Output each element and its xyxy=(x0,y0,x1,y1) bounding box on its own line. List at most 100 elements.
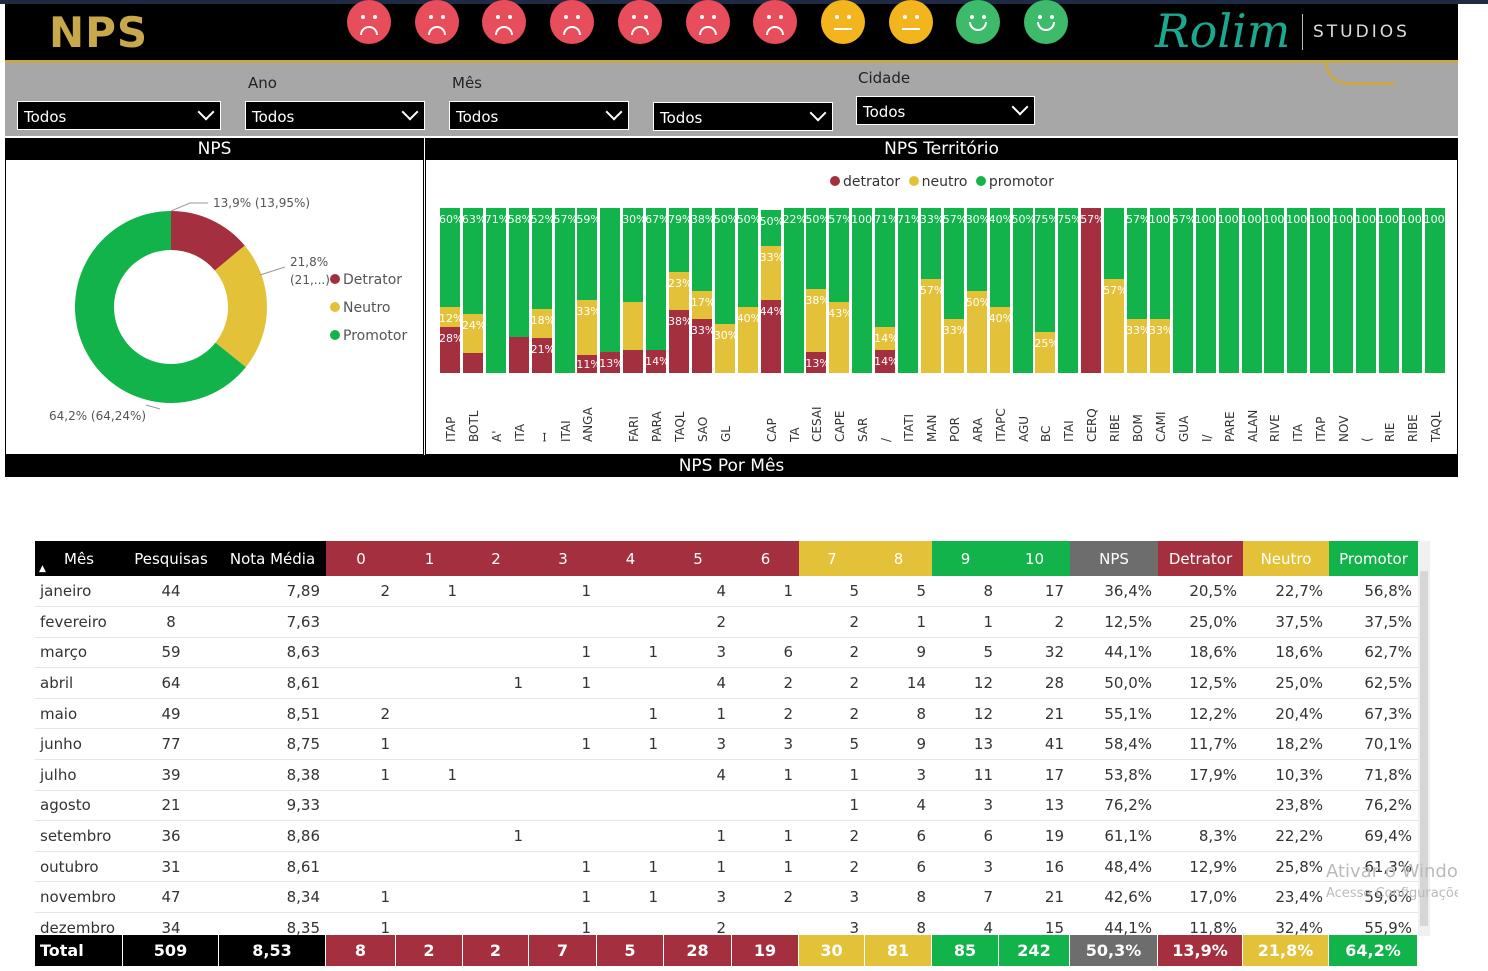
territorio-bar[interactable]: 33% 57% xyxy=(943,208,967,373)
table-row[interactable]: setembro 36 8,86 1 1 1 2 6 6 19 61,1% 8,3% 22,2% 69,4… xyxy=(35,820,1418,852)
column-header[interactable]: 0 xyxy=(326,541,396,576)
territorio-bar[interactable]: 33% 100% xyxy=(1149,208,1180,373)
territorio-bar[interactable]: 11% 33% 59% xyxy=(576,208,601,373)
column-header[interactable]: 9 xyxy=(932,541,999,576)
territorio-bar[interactable]: 21% 18% 52% xyxy=(530,208,556,373)
column-header[interactable]: 6 xyxy=(732,541,799,576)
territorio-bar[interactable]: 13% 38% 50% xyxy=(805,208,830,373)
territorio-bar[interactable]: 30% 50% xyxy=(713,208,739,373)
bar-data-label: 21% xyxy=(530,343,556,357)
territorio-bar[interactable]: 40% 50% xyxy=(737,208,761,373)
column-header[interactable]: Promotor xyxy=(1329,541,1418,576)
table-cell: 1 xyxy=(326,881,396,914)
column-header[interactable]: NPS xyxy=(1070,541,1158,576)
territorio-bar[interactable]: 100% xyxy=(1424,208,1455,373)
territorio-bar[interactable]: 28% 12% 60% xyxy=(439,208,463,373)
territorio-bar[interactable]: 43% 57% xyxy=(828,208,853,373)
territorio-bar[interactable]: 100% xyxy=(1263,208,1295,373)
territorio-bar[interactable]: 25% 75% xyxy=(1034,208,1059,373)
table-row[interactable]: maio 49 8,51 2 1 1 2 2 8 12 21 55,1% 12,2% 20,4% 67,3% xyxy=(35,698,1418,730)
legend-label-detrator[interactable]: detrator xyxy=(843,174,900,190)
table-cell: 1 xyxy=(529,728,597,761)
table-row[interactable]: janeiro 44 7,89 2 1 1 4 1 5 5 8 17 36,4% 20,5% 22,7% 56… xyxy=(35,576,1418,608)
territorio-bar[interactable]: 57% xyxy=(1080,208,1105,373)
territorio-bar[interactable]: 100% xyxy=(1309,208,1341,373)
territorio-bar[interactable]: 57% xyxy=(554,208,578,373)
column-header[interactable]: 7 xyxy=(799,541,865,576)
column-header[interactable]: Pesquisas xyxy=(123,541,219,576)
table-row[interactable]: outubro 31 8,61 1 1 1 1 2 6 3 16 48,4% 12,9% 25,8% 61,… xyxy=(35,851,1418,883)
bar-segment-promotor xyxy=(1264,208,1285,373)
territorio-bar[interactable]: 38% 23% 79% xyxy=(668,208,692,373)
legend-item-detrator[interactable]: Detrator xyxy=(330,272,402,288)
territorio-bar[interactable]: 100% xyxy=(1218,208,1249,373)
filter-dropdown-cidade[interactable]: Todos xyxy=(856,96,1035,125)
column-header[interactable]: Mês ▲ xyxy=(35,541,123,576)
territorio-bar[interactable]: 14% 14% 71% xyxy=(874,208,899,373)
filter-label-cidade: Cidade xyxy=(858,69,911,87)
territorio-bar[interactable]: 57% xyxy=(1103,208,1128,373)
column-header[interactable]: 4 xyxy=(597,541,664,576)
territorio-bar[interactable]: 100% xyxy=(851,208,883,373)
territorio-bar[interactable]: 33% 57% xyxy=(1126,208,1150,373)
territorio-bar[interactable]: 22% xyxy=(783,208,807,373)
table-cell xyxy=(326,820,396,852)
territorio-bar[interactable]: 13% xyxy=(599,208,624,373)
legend-item-neutro[interactable]: Neutro xyxy=(330,300,390,316)
table-cell: 9 xyxy=(865,637,932,669)
territorio-bar[interactable]: 100% xyxy=(1355,208,1386,373)
table-row[interactable]: junho 77 8,75 1 1 1 3 3 5 9 13 41 58,4% 11,7% 18,2% 70,… xyxy=(35,728,1418,761)
column-header[interactable]: Nota Média xyxy=(219,541,326,576)
bar-data-label: 30% xyxy=(713,328,739,342)
legend-label-promotor[interactable]: promotor xyxy=(989,174,1054,190)
sort-ascending-icon[interactable]: ▲ xyxy=(39,564,46,574)
face-sad-icon xyxy=(550,0,595,44)
territorio-bar[interactable]: 30% xyxy=(622,208,647,373)
territorio-bar[interactable]: 100% xyxy=(1332,208,1364,373)
territorio-bar[interactable]: 50% 30% xyxy=(966,208,990,373)
territorio-bar[interactable]: 100% xyxy=(1378,208,1409,373)
nps-donut-chart[interactable] xyxy=(60,195,300,425)
column-header[interactable]: Neutro xyxy=(1243,541,1329,576)
territorio-bar[interactable]: 71% xyxy=(485,208,509,373)
table-row[interactable]: agosto 21 9,33 1 4 3 13 76,2% 23,8% 76,2% xyxy=(35,790,1418,822)
column-header[interactable]: 2 xyxy=(463,541,529,576)
column-header[interactable]: Detrator xyxy=(1158,541,1243,576)
territorio-bar[interactable]: 100% xyxy=(1195,208,1226,373)
table-row[interactable]: novembro 47 8,34 1 1 1 3 2 3 8 7 21 42,6% 17,0% 23,4% 5… xyxy=(35,881,1418,914)
legend-item-promotor[interactable]: Promotor xyxy=(330,328,407,344)
territorio-bar[interactable]: 100% xyxy=(1401,208,1432,373)
table-cell: 18,6% xyxy=(1158,637,1243,669)
table-cell: 12,5% xyxy=(1070,606,1158,638)
legend-label-neutro[interactable]: neutro xyxy=(922,174,968,190)
territorio-bar[interactable]: 100% xyxy=(1286,208,1318,373)
table-cell: 1 xyxy=(732,851,799,883)
filter-dropdown-4[interactable]: Todos xyxy=(653,102,833,131)
territorio-bar[interactable]: 71% xyxy=(897,208,921,373)
territorio-bar[interactable]: 100% xyxy=(1241,208,1272,373)
territorio-bar[interactable]: 44% 33% 50% xyxy=(760,208,784,373)
column-header[interactable]: 3 xyxy=(529,541,597,576)
column-header[interactable]: 1 xyxy=(396,541,463,576)
territorio-bar[interactable]: 57% xyxy=(1172,208,1196,373)
territorio-bar[interactable]: 40% 40% xyxy=(989,208,1013,373)
bar-data-label: 75% xyxy=(1057,213,1082,226)
territorio-bar[interactable]: 50% xyxy=(1012,208,1036,373)
table-row[interactable]: abril 64 8,61 1 1 4 2 2 14 12 28 50,0% 12,5% 25,0% 62,… xyxy=(35,667,1418,699)
territorio-bar[interactable]: 33% 17% 38% xyxy=(691,208,715,373)
territorio-bar[interactable]: 75% xyxy=(1057,208,1082,373)
column-header[interactable]: 8 xyxy=(865,541,932,576)
x-axis-tick-label: ITA xyxy=(1291,423,1306,442)
territorio-bar[interactable]: 24% 63% xyxy=(462,208,486,373)
column-header[interactable]: 5 xyxy=(664,541,732,576)
filter-dropdown-1[interactable]: Todos xyxy=(17,101,221,130)
territorio-bar[interactable]: 14% 67% xyxy=(645,208,670,373)
column-header[interactable]: 10 xyxy=(999,541,1070,576)
territorio-bar[interactable]: 57% 33% xyxy=(920,208,944,373)
filter-dropdown-mes[interactable]: Todos xyxy=(449,101,629,130)
filter-dropdown-ano[interactable]: Todos xyxy=(245,101,425,130)
table-row[interactable]: julho 39 8,38 1 1 4 1 1 3 11 17 53,8% 17,9% 10,3% 71,8… xyxy=(35,759,1418,791)
table-row[interactable]: março 59 8,63 1 1 3 6 2 9 5 32 44,1% 18,6% 18,6% 62,7% xyxy=(35,637,1418,669)
table-row[interactable]: fevereiro 8 7,63 2 2 1 1 2 12,5% 25,0% 37,5% 37,5% xyxy=(35,606,1418,638)
territorio-bar[interactable]: 58% xyxy=(508,208,532,373)
